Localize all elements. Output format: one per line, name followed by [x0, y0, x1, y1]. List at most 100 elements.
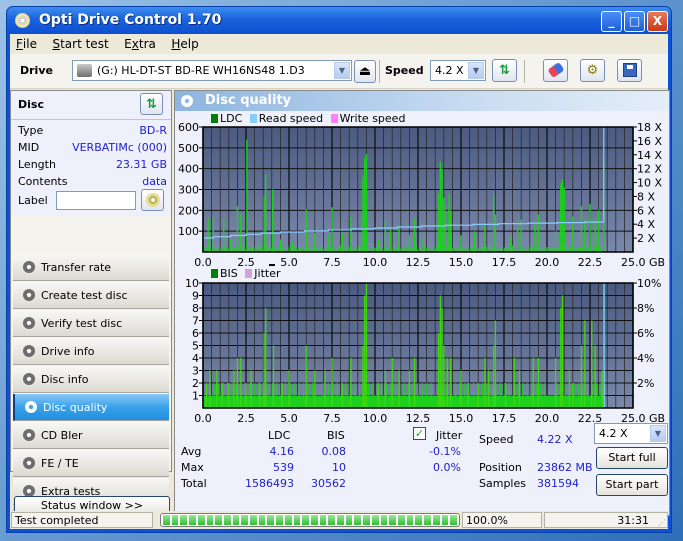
status-bar: Test completed 100.0% 31:31 ⋰: [10, 511, 668, 529]
y2-tick-label: 2%: [637, 377, 654, 390]
menu-start-test[interactable]: Start test: [46, 34, 114, 51]
y2-tick-label: 10 X: [637, 177, 662, 190]
disc-refresh-button[interactable]: ⇅: [140, 93, 163, 115]
x-tick-label: 20.0: [535, 412, 560, 425]
menu-extra[interactable]: Extra: [118, 34, 162, 51]
nav-fe-te[interactable]: FE / TE: [13, 450, 169, 477]
title-bar[interactable]: Opti Drive Control 1.70 _ □ X: [7, 7, 671, 34]
y-tick-label: 300: [178, 184, 199, 197]
stats-row-label: Avg: [181, 445, 202, 458]
y2-tick-label: 4 X: [637, 218, 655, 231]
window-title: Opti Drive Control 1.70: [39, 12, 222, 28]
nav-disc-info[interactable]: Disc info: [13, 366, 169, 393]
chevron-down-icon[interactable]: ▼: [468, 62, 484, 79]
nav-verify-test-disc[interactable]: Verify test disc: [13, 310, 169, 337]
toolbar: Drive (G:) HL-DT-ST BD-RE WH16NS48 1.D3 …: [10, 54, 668, 89]
jitter-checkbox[interactable]: ✓: [413, 427, 426, 440]
drive-info-icon: [23, 345, 35, 357]
start-full-button[interactable]: Start full: [596, 447, 668, 469]
eraser-icon: [546, 61, 565, 79]
menu-accel: x: [131, 37, 139, 51]
x-tick-label: 15.0: [449, 412, 474, 425]
menu-accel: H: [171, 37, 181, 51]
progress-segment: [276, 515, 283, 525]
nav-disc-quality[interactable]: Disc quality: [13, 394, 169, 421]
y2-tick-label: 14 X: [637, 149, 662, 162]
progress-segment: [354, 515, 362, 525]
nav-label: CD Bler: [41, 429, 83, 442]
total-ldc: 1586493: [245, 477, 294, 490]
y-tick-label: 10: [185, 277, 199, 290]
erase-button[interactable]: [543, 59, 568, 82]
maximize-button[interactable]: □: [624, 11, 645, 32]
menu-file[interactable]: File: [10, 34, 43, 51]
chevron-down-icon[interactable]: ▼: [650, 425, 666, 442]
y-tick-label: 7: [192, 315, 199, 328]
nav-create-test-disc[interactable]: Create test disc: [13, 282, 169, 309]
gears-icon: ⚙: [586, 63, 599, 78]
toolbar-separator: [524, 60, 525, 83]
floppy-save-icon: [622, 63, 637, 77]
resize-grip-icon[interactable]: ⋰: [658, 518, 666, 527]
refresh-button[interactable]: ⇅: [492, 59, 517, 82]
disc-value: VERBATIMc (000): [72, 141, 167, 154]
nav-label: Disc quality: [43, 401, 108, 414]
test-speed-select[interactable]: 4.2 X ▼: [594, 423, 668, 444]
menu-label: elp: [180, 37, 199, 51]
minimize-button[interactable]: _: [601, 11, 622, 32]
nav-transfer-rate[interactable]: Transfer rate: [13, 254, 169, 281]
menu-help[interactable]: Help: [165, 34, 204, 51]
y-tick-label: 2: [192, 377, 199, 390]
close-button[interactable]: X: [647, 11, 668, 32]
app-disc-icon: [15, 13, 30, 28]
disc-key: Type: [18, 124, 44, 137]
nav-drive-info[interactable]: Drive info: [13, 338, 169, 365]
drive-select[interactable]: (G:) HL-DT-ST BD-RE WH16NS48 1.D3 ▼: [72, 60, 352, 81]
fe-te-icon: [23, 457, 35, 469]
start-part-button[interactable]: Start part: [596, 474, 668, 496]
eject-button[interactable]: ⏏: [354, 60, 376, 83]
y-tick-label: 5: [192, 340, 199, 353]
progress-segment: [302, 515, 309, 525]
progress-segment: [197, 515, 205, 525]
x-tick-label: 5.0: [280, 412, 298, 425]
disc-info-icon: [23, 373, 35, 385]
progress-segment: [424, 515, 431, 525]
speed-label: Speed: [385, 64, 424, 77]
x-tick-label: 17.5: [492, 256, 517, 269]
progress-segment: [258, 515, 266, 525]
disc-value: BD-R: [139, 124, 167, 137]
progress-segment: [406, 515, 414, 525]
disc-quality-icon: [25, 401, 37, 413]
disc-label-key: Label: [18, 194, 48, 207]
nav-cd-bler[interactable]: CD Bler: [13, 422, 169, 449]
status-text: Test completed: [11, 512, 153, 528]
stats-row-label: Max: [181, 461, 204, 474]
progress-segment: [441, 515, 449, 525]
x-tick-label: 2.5: [237, 256, 255, 269]
speed-select[interactable]: 4.2 X ▼: [430, 60, 486, 81]
y-tick-label: 600: [178, 121, 199, 134]
x-tick-label: 0.0: [194, 256, 212, 269]
disc-label-button[interactable]: [141, 189, 164, 211]
y2-tick-label: 6 X: [637, 204, 655, 217]
disc-label-input[interactable]: [56, 191, 136, 210]
progress-segment: [232, 515, 240, 525]
toolbar-separator: [379, 60, 380, 83]
progress-segment: [163, 515, 170, 525]
y-tick-label: 4: [192, 352, 199, 365]
stats-row-label: Total: [181, 477, 207, 490]
drive-value: (G:) HL-DT-ST BD-RE WH16NS48 1.D3: [97, 64, 305, 77]
chevron-down-icon[interactable]: ▼: [334, 62, 350, 79]
x-tick-label: 15.0: [449, 256, 474, 269]
panel-header: Disc quality: [175, 91, 669, 111]
progress-percent: 100.0%: [462, 512, 542, 528]
settings-button[interactable]: ⚙: [580, 59, 605, 82]
progress-segment: [328, 515, 336, 525]
max-jitter: 0.0%: [433, 461, 461, 474]
progress-segment: [415, 515, 423, 525]
menu-label: tart test: [60, 37, 109, 51]
samples-label: Samples: [479, 477, 526, 490]
save-button[interactable]: [617, 59, 642, 82]
y-tick-label: 9: [192, 290, 199, 303]
